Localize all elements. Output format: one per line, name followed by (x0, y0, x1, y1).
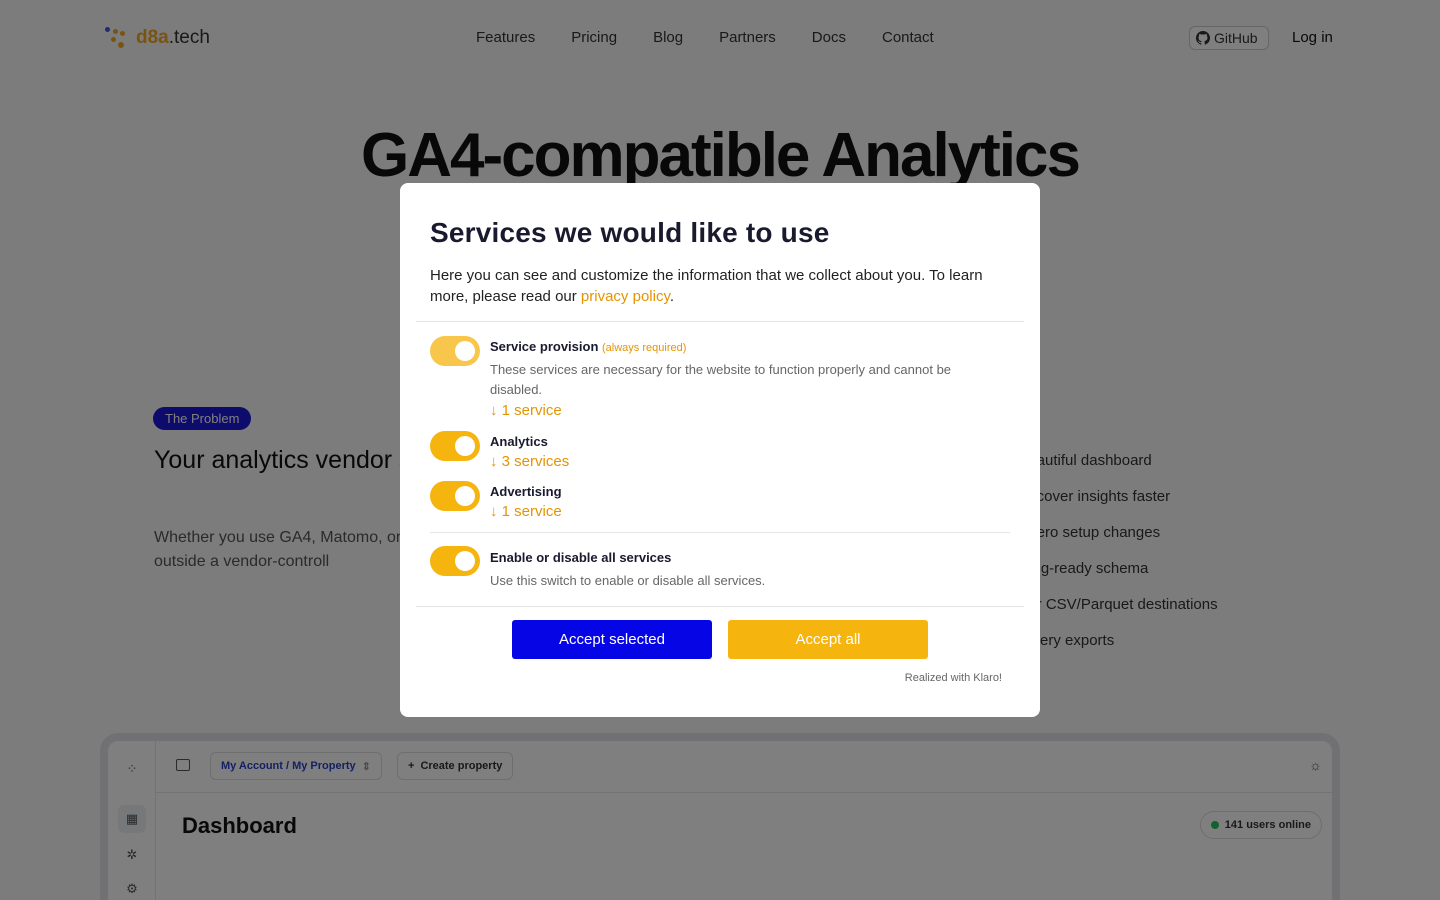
service-provision-toggle[interactable] (430, 336, 480, 366)
toggle-all-desc: Use this switch to enable or disable all… (490, 573, 766, 588)
toggle-all-switch[interactable] (430, 546, 480, 576)
analytics-name: Analytics (490, 434, 548, 449)
consent-modal: Services we would like to use Here you c… (400, 183, 1040, 717)
modal-title: Services we would like to use (430, 217, 830, 248)
service-provision-name: Service provision (always required) (490, 339, 687, 354)
analytics-expand[interactable]: ↓ 3 services (490, 453, 569, 470)
divider (416, 321, 1024, 322)
accept-all-button[interactable]: Accept all (728, 620, 928, 659)
klaro-credit-link[interactable]: Realized with Klaro! (905, 672, 1002, 684)
required-label: (always required) (602, 342, 687, 354)
divider (416, 606, 1024, 607)
analytics-toggle[interactable] (430, 431, 480, 461)
accept-selected-button[interactable]: Accept selected (512, 620, 712, 659)
modal-description: Here you can see and customize the infor… (430, 267, 983, 305)
divider (430, 532, 1010, 533)
privacy-policy-link[interactable]: privacy policy (581, 288, 670, 305)
toggle-all-name: Enable or disable all services (490, 550, 672, 565)
service-provision-expand[interactable]: ↓ 1 service (490, 402, 562, 419)
advertising-name: Advertising (490, 484, 562, 499)
advertising-toggle[interactable] (430, 481, 480, 511)
service-provision-desc: These services are necessary for the web… (490, 362, 952, 397)
advertising-expand[interactable]: ↓ 1 service (490, 503, 562, 520)
